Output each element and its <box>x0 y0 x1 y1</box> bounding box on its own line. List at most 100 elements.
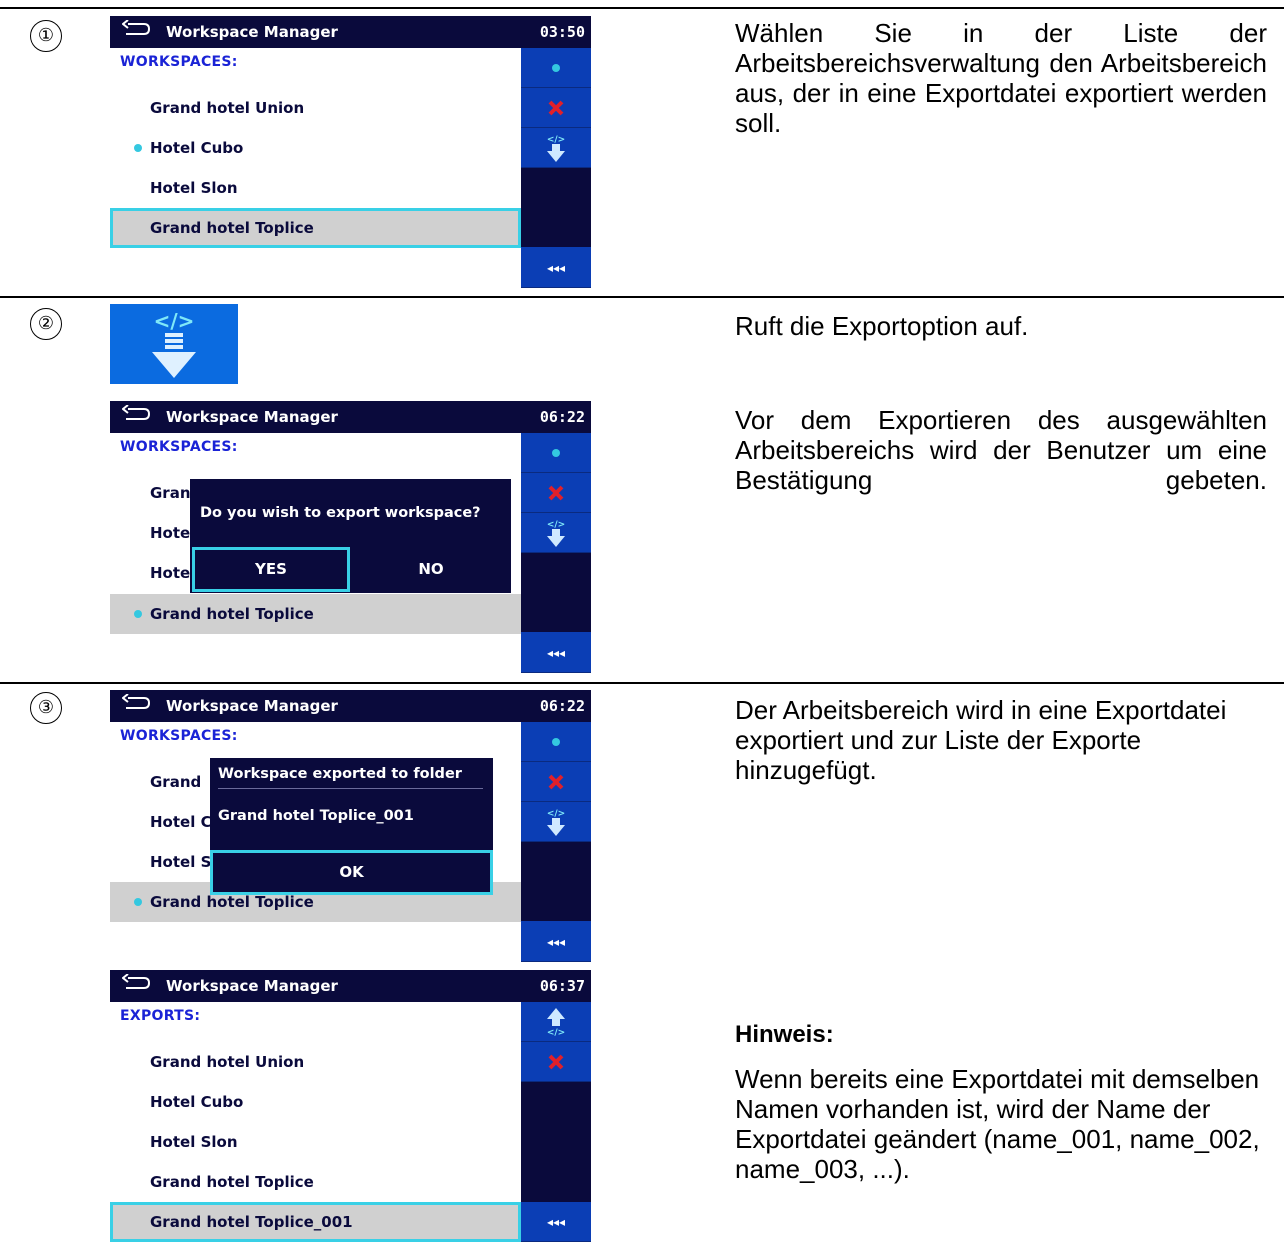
export-result-dialog: Workspace exported to folder Grand hotel… <box>210 758 493 895</box>
list-item-selected[interactable]: Grand hotel Toplice_001 <box>110 1202 521 1242</box>
sidebar: </> ◂◂◂ <box>521 1002 591 1242</box>
more-icon: ◂◂◂ <box>546 1214 566 1229</box>
svg-text:</>: </> <box>547 809 565 819</box>
sidebar-empty <box>521 553 591 633</box>
svg-text:</>: </> <box>547 135 565 145</box>
divider-1 <box>0 296 1284 298</box>
svg-text:</>: </> <box>154 309 195 333</box>
export-icon: </> <box>547 520 565 547</box>
clock: 06:37 <box>539 977 585 995</box>
step-number-3: ③ <box>30 692 62 724</box>
import-button[interactable]: </> <box>521 1002 591 1042</box>
delete-button[interactable] <box>521 1042 591 1082</box>
export-large-icon: </> <box>110 304 238 384</box>
sidebar: </> ◂◂◂ <box>521 433 591 673</box>
list-item-selected[interactable]: Grand hotel Toplice <box>110 208 521 248</box>
active-indicator-icon <box>134 610 142 618</box>
dialog-question: Do you wish to export workspace? <box>200 505 481 521</box>
back-icon[interactable] <box>122 20 152 40</box>
step-number-1: ① <box>30 20 62 52</box>
dialog-title-underline <box>218 788 483 789</box>
confirm-dialog: Do you wish to export workspace? YES NO <box>190 479 511 593</box>
title-bar: Workspace Manager 03:50 <box>110 16 591 48</box>
more-icon: ◂◂◂ <box>546 645 566 660</box>
list-item[interactable]: Hotel Cubo <box>110 1082 521 1122</box>
back-icon[interactable] <box>122 405 152 425</box>
step-3-description: Der Arbeitsbereich wird in eine Exportda… <box>735 695 1227 785</box>
ok-button[interactable]: OK <box>210 850 493 895</box>
screen-exports: Workspace Manager 06:37 EXPORTS: Grand h… <box>110 970 591 1242</box>
list-item[interactable]: Hotel Slon <box>110 1122 521 1162</box>
screen-title: Workspace Manager <box>166 23 338 41</box>
more-button[interactable]: ◂◂◂ <box>521 248 591 288</box>
clock: 06:22 <box>539 697 585 715</box>
sidebar: </> ◂◂◂ <box>521 722 591 962</box>
more-button[interactable]: ◂◂◂ <box>521 922 591 962</box>
section-header: EXPORTS: <box>120 1008 201 1024</box>
open-button[interactable] <box>521 48 591 88</box>
screen-workspaces-1: Workspace Manager 03:50 WORKSPACES: Gran… <box>110 16 591 288</box>
sidebar-empty <box>521 842 591 922</box>
divider-top <box>0 7 1284 9</box>
list-item[interactable]: Hotel Cubo <box>110 128 521 168</box>
open-dot-icon <box>552 63 560 72</box>
title-bar: Workspace Manager 06:37 <box>110 970 591 1002</box>
list-item[interactable]: Hotel Slon <box>110 168 521 208</box>
section-header: WORKSPACES: <box>120 728 238 744</box>
divider-2 <box>0 682 1284 684</box>
section-header: WORKSPACES: <box>120 439 238 455</box>
title-bar: Workspace Manager 06:22 <box>110 690 591 722</box>
back-icon[interactable] <box>122 694 152 714</box>
more-button[interactable]: ◂◂◂ <box>521 633 591 673</box>
title-bar: Workspace Manager 06:22 <box>110 401 591 433</box>
note-text: Wenn bereits eine Exportdatei mit demsel… <box>735 1064 1260 1184</box>
sidebar-empty <box>521 168 591 248</box>
export-folder-name: Grand hotel Toplice_001 <box>218 808 414 824</box>
export-button[interactable]: </> <box>521 802 591 842</box>
no-button[interactable]: NO <box>352 547 510 592</box>
export-icon: </> <box>547 809 565 836</box>
step-2-description-a: Ruft die Exportoption auf. <box>735 311 1029 341</box>
delete-button[interactable] <box>521 473 591 513</box>
delete-x-icon <box>548 1054 564 1069</box>
open-button[interactable] <box>521 433 591 473</box>
more-icon: ◂◂◂ <box>546 260 566 275</box>
section-header: WORKSPACES: <box>120 54 238 70</box>
open-button[interactable] <box>521 722 591 762</box>
export-button[interactable]: </> <box>521 128 591 168</box>
delete-button[interactable] <box>521 88 591 128</box>
open-dot-icon <box>552 448 560 457</box>
list-item[interactable]: Grand hotel Union <box>110 1042 521 1082</box>
screen-title: Workspace Manager <box>166 977 338 995</box>
export-icon: </> <box>547 135 565 162</box>
step-2-description-b: Vor dem Exportieren des ausgewählten Arb… <box>735 405 1267 495</box>
back-icon[interactable] <box>122 974 152 994</box>
dialog-title: Workspace exported to folder <box>218 766 462 782</box>
yes-button[interactable]: YES <box>192 547 350 592</box>
sidebar: </> ◂◂◂ <box>521 48 591 288</box>
screen-workspaces-3: Workspace Manager 06:22 WORKSPACES: Gran… <box>110 690 591 962</box>
note-heading: Hinweis: <box>735 1021 834 1048</box>
import-icon: </> <box>547 1007 565 1037</box>
more-button[interactable]: ◂◂◂ <box>521 1202 591 1242</box>
delete-x-icon <box>548 100 564 115</box>
svg-text:</>: </> <box>547 520 565 530</box>
more-icon: ◂◂◂ <box>546 934 566 949</box>
clock: 06:22 <box>539 408 585 426</box>
svg-text:</>: </> <box>547 1028 565 1037</box>
active-indicator-icon <box>134 898 142 906</box>
list-item[interactable]: Grand hotel Union <box>110 88 521 128</box>
step-number-2: ② <box>30 308 62 340</box>
clock: 03:50 <box>539 23 585 41</box>
delete-x-icon <box>548 485 564 500</box>
step-1-description: Wählen Sie in der Liste der Arbeitsberei… <box>735 18 1267 138</box>
list-item-selected[interactable]: Grand hotel Toplice <box>110 594 521 634</box>
delete-button[interactable] <box>521 762 591 802</box>
delete-x-icon <box>548 774 564 789</box>
list-item[interactable]: Grand hotel Toplice <box>110 1162 521 1202</box>
open-dot-icon <box>552 737 560 746</box>
screen-workspaces-2: Workspace Manager 06:22 WORKSPACES: Gran… <box>110 401 591 673</box>
export-button[interactable]: </> <box>521 513 591 553</box>
screen-title: Workspace Manager <box>166 697 338 715</box>
screen-title: Workspace Manager <box>166 408 338 426</box>
